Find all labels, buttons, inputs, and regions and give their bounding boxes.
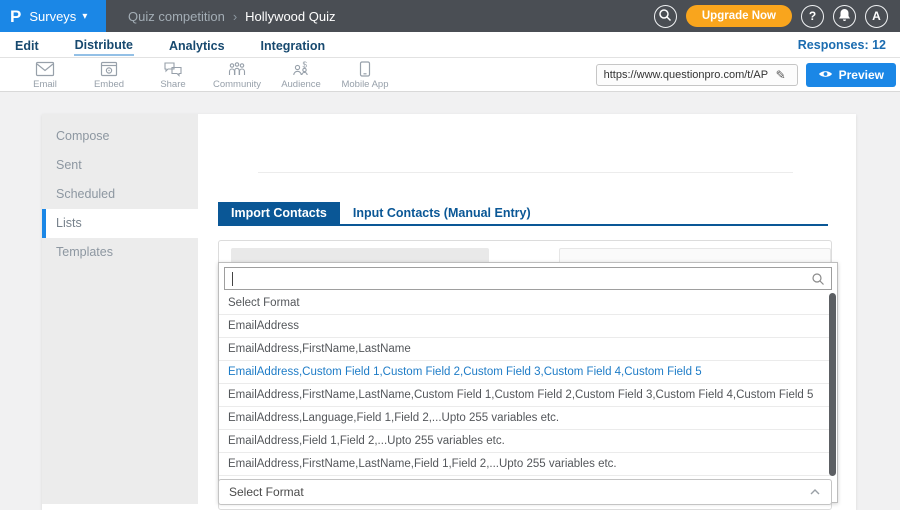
preview-button[interactable]: Preview: [806, 63, 896, 87]
app-screen: P Surveys ▾ Quiz competition › Hollywood…: [0, 0, 900, 510]
chevron-down-icon: ▾: [82, 11, 87, 22]
question-mark-icon: ?: [809, 9, 816, 23]
breadcrumb-parent[interactable]: Quiz competition: [128, 9, 225, 24]
format-option-highlighted[interactable]: EmailAddress,Custom Field 1,Custom Field…: [219, 361, 831, 384]
toolbar-label: Embed: [94, 79, 124, 90]
toolbar-item-audience[interactable]: $ Audience: [272, 59, 330, 90]
toolbar-item-share[interactable]: Share: [144, 59, 202, 90]
surveys-menu[interactable]: P Surveys ▾: [0, 0, 106, 32]
toolbar-label: Mobile App: [341, 79, 388, 90]
mobile-app-icon: [359, 61, 371, 77]
responses-count: Responses: 12: [798, 38, 886, 52]
tab-input-contacts[interactable]: Input Contacts (Manual Entry): [340, 202, 544, 224]
format-options-list: Select Format EmailAddress EmailAddress,…: [219, 292, 831, 499]
bell-icon: [838, 8, 851, 25]
notifications-button[interactable]: [833, 5, 856, 28]
edit-url-pencil-icon[interactable]: ✎: [769, 68, 793, 82]
email-icon: [35, 61, 55, 77]
toolbar-label: Community: [213, 79, 261, 90]
survey-nav: Edit Distribute Analytics Integration Re…: [0, 32, 900, 58]
tabs-underline: [218, 224, 828, 226]
toolbar-item-email[interactable]: Email: [16, 59, 74, 90]
sidebar-item-templates[interactable]: Templates: [42, 238, 198, 267]
format-dropdown-panel: Select Format EmailAddress EmailAddress,…: [218, 262, 838, 503]
nav-item-distribute[interactable]: Distribute: [74, 34, 134, 56]
distribute-toolbar: Email Embed Share Community $ Audience: [0, 58, 900, 92]
format-search-input[interactable]: [225, 268, 831, 289]
audience-icon: $: [291, 61, 311, 77]
search-button[interactable]: [654, 5, 677, 28]
sidebar-item-sent[interactable]: Sent: [42, 151, 198, 180]
eye-icon: [818, 68, 833, 82]
toolbar-label: Email: [33, 79, 57, 90]
community-icon: [227, 61, 247, 77]
title-divider: [258, 172, 793, 173]
tab-import-contacts[interactable]: Import Contacts: [218, 202, 340, 224]
upgrade-now-button[interactable]: Upgrade Now: [686, 5, 792, 27]
breadcrumb: Quiz competition › Hollywood Quiz: [128, 9, 336, 24]
product-name: Surveys: [29, 9, 76, 24]
questionpro-logo-icon: P: [10, 8, 21, 25]
search-icon: [811, 272, 825, 291]
text-caret: [232, 272, 233, 286]
topbar-actions: Upgrade Now ? A: [654, 5, 900, 28]
contacts-tabs: Import Contacts Input Contacts (Manual E…: [218, 202, 544, 224]
format-option[interactable]: EmailAddress,FirstName,LastName,Custom F…: [219, 384, 831, 407]
dropdown-scrollbar[interactable]: [829, 293, 836, 476]
toolbar-label: Audience: [281, 79, 321, 90]
format-option[interactable]: EmailAddress,Language,Field 1,Field 2,..…: [219, 407, 831, 430]
format-option[interactable]: EmailAddress,FirstName,LastName,Field 1,…: [219, 453, 831, 476]
top-bar: P Surveys ▾ Quiz competition › Hollywood…: [0, 0, 900, 32]
preview-label: Preview: [839, 68, 884, 82]
format-option[interactable]: EmailAddress,FirstName,LastName: [219, 338, 831, 361]
embed-icon: [100, 61, 118, 77]
toolbar-item-embed[interactable]: Embed: [80, 59, 138, 90]
sidebar-item-scheduled[interactable]: Scheduled: [42, 180, 198, 209]
nav-item-edit[interactable]: Edit: [14, 35, 40, 55]
chevron-up-icon: [809, 483, 821, 501]
nav-item-analytics[interactable]: Analytics: [168, 35, 226, 55]
lists-panel: Compose Sent Scheduled Lists Templates E…: [42, 114, 856, 510]
toolbar-item-community[interactable]: Community: [208, 59, 266, 90]
account-avatar[interactable]: A: [865, 5, 888, 28]
select-format-value: Select Format: [229, 485, 809, 499]
format-option[interactable]: EmailAddress,Field 1,Field 2,...Upto 255…: [219, 430, 831, 453]
survey-url-box: ✎: [596, 64, 798, 86]
breadcrumb-current: Hollywood Quiz: [245, 9, 335, 24]
format-option[interactable]: Select Format: [219, 292, 831, 315]
search-icon: [658, 8, 672, 25]
nav-item-integration[interactable]: Integration: [260, 35, 327, 55]
avatar-initial: A: [872, 9, 881, 23]
survey-url-input[interactable]: [597, 69, 769, 81]
format-search-box: [224, 267, 832, 290]
email-sidebar: Compose Sent Scheduled Lists Templates: [42, 114, 198, 504]
format-option[interactable]: EmailAddress: [219, 315, 831, 338]
sidebar-item-compose[interactable]: Compose: [42, 122, 198, 151]
toolbar-label: Share: [160, 79, 185, 90]
select-format-control[interactable]: Select Format: [218, 479, 832, 505]
toolbar-item-mobile-app[interactable]: Mobile App: [336, 59, 394, 90]
sidebar-item-lists[interactable]: Lists: [42, 209, 198, 238]
help-button[interactable]: ?: [801, 5, 824, 28]
toolbar-right: ✎ Preview: [596, 63, 900, 87]
share-icon: [163, 61, 183, 77]
breadcrumb-separator: ›: [233, 9, 237, 24]
